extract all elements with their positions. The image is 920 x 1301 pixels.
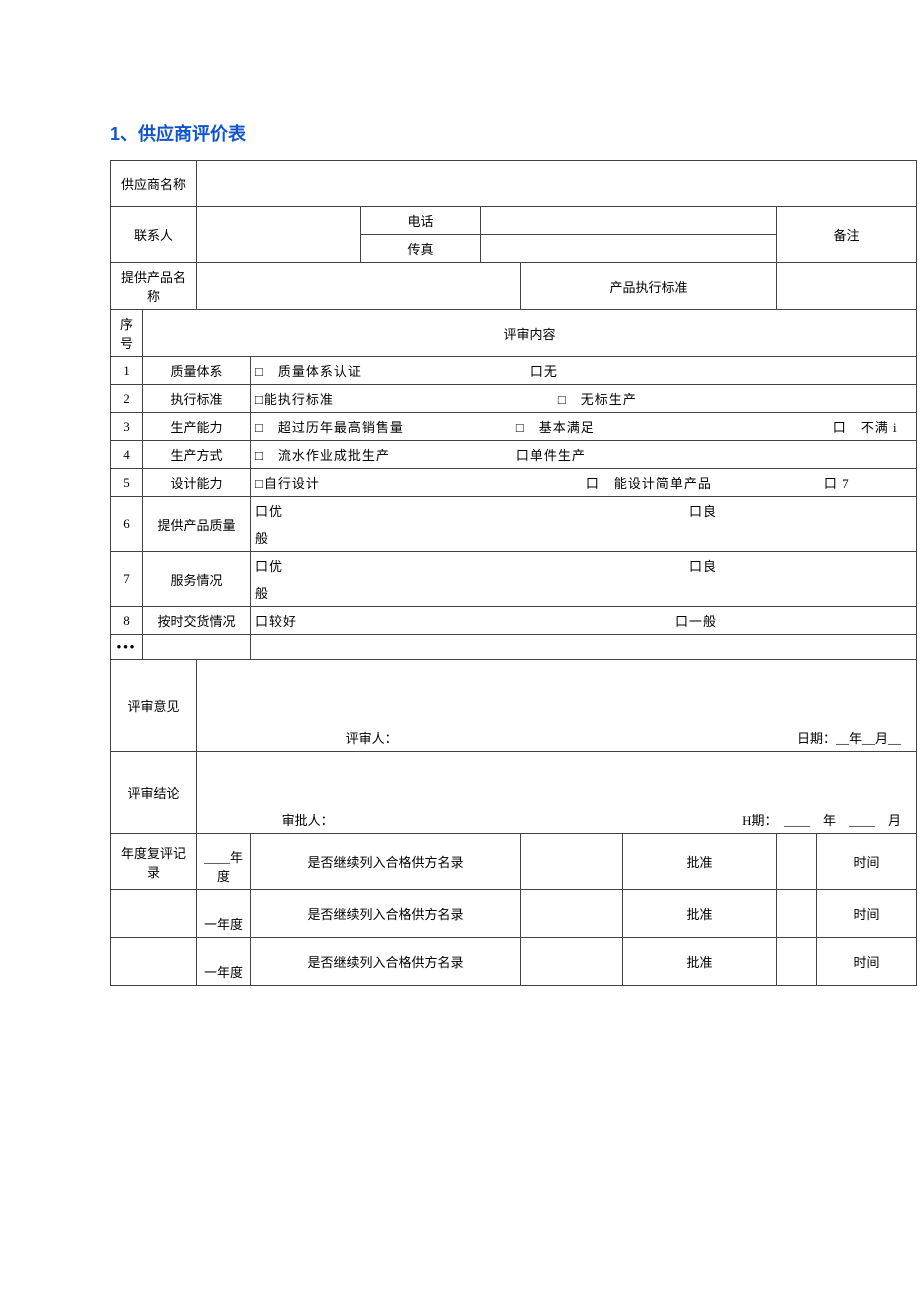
table-row-no: 4 [111,441,143,469]
phone-value[interactable] [481,207,777,235]
annual-continue-2: 是否继续列入合格供方名录 [251,890,521,938]
table-row-extra[interactable]: 般 [251,579,917,607]
table-row-no: 3 [111,413,143,441]
contact-label: 联系人 [111,207,197,263]
annual-time-3: 时间 [817,938,917,986]
review-conclusion-label: 评审结论 [111,752,197,834]
table-row-item: 服务情况 [143,552,251,607]
approver-label: 审批人： [282,813,334,828]
ellipsis-opts [251,635,917,660]
ellipsis-row: ••• [111,635,143,660]
title-sep: 、 [120,124,138,144]
fax-label: 传真 [361,235,481,263]
annual-spacer-2 [111,890,197,938]
table-row-no: 7 [111,552,143,607]
title-text: 供应商评价表 [138,124,246,144]
annual-approve-value-1[interactable] [777,834,817,890]
supplier-name-value[interactable] [197,161,917,207]
product-standard-value[interactable] [777,263,917,310]
annual-approve-2: 批准 [623,890,777,938]
table-row-no: 1 [111,357,143,385]
month-char: 月 [888,813,901,828]
table-row-item: 质量体系 [143,357,251,385]
table-row-no: 2 [111,385,143,413]
table-row-extra[interactable]: 般 [251,524,917,552]
seq-header: 序号 [111,310,143,357]
table-row-opts[interactable]: 口优 口良 [251,552,917,580]
table-row-item: 提供产品质量 [143,497,251,552]
table-row-opts[interactable]: □ 质量体系认证 口无 [251,357,917,385]
table-row-item: 生产方式 [143,441,251,469]
phone-label: 电话 [361,207,481,235]
h-date-label: H期： [742,813,771,828]
table-row-opts[interactable]: □自行设计 口 能设计简单产品 口 7 [251,469,917,497]
title-number: 1 [110,124,120,144]
supplier-name-label: 供应商名称 [111,161,197,207]
table-row-opts[interactable]: □ 流水作业成批生产 口单件生产 [251,441,917,469]
table-row-item: 按时交货情况 [143,607,251,635]
table-row-opts[interactable]: □能执行标准 □ 无标生产 [251,385,917,413]
review-opinion-label: 评审意见 [111,660,197,752]
content-header: 评审内容 [143,310,917,357]
review-opinion-value[interactable] [197,660,917,725]
annual-time-1: 时间 [817,834,917,890]
table-row-opts[interactable]: □ 超过历年最高销售量 □ 基本满足 口 不满 i [251,413,917,441]
annual-continue-3: 是否继续列入合格供方名录 [251,938,521,986]
reviewer-label: 评审人： [346,731,398,746]
annual-approve-value-3[interactable] [777,938,817,986]
annual-continue-1: 是否继续列入合格供方名录 [251,834,521,890]
review-date-label: 日期：__年__月__ [797,731,901,746]
table-row-item: 生产能力 [143,413,251,441]
table-row-opts[interactable]: 口较好 口一般 [251,607,917,635]
table-row-opts[interactable]: 口优 口良 [251,497,917,525]
table-row-item: 设计能力 [143,469,251,497]
annual-spacer-3 [111,938,197,986]
annual-approve-value-2[interactable] [777,890,817,938]
product-name-label: 提供产品名称 [111,263,197,310]
annual-year-3: 一年度 [197,938,251,986]
annual-review-label: 年度复评记录 [111,834,197,890]
annual-year-2: 一年度 [197,890,251,938]
annual-continue-value-2[interactable] [521,890,623,938]
remark-label: 备注 [777,207,917,263]
supplier-evaluation-table: 供应商名称 联系人 电话 备注 传真 提供产品名称 产品执行标准 序号 评审内容… [110,160,917,986]
annual-approve-1: 批准 [623,834,777,890]
product-name-value[interactable] [197,263,521,310]
page-title: 1、供应商评价表 [110,120,920,146]
table-row-no: 8 [111,607,143,635]
annual-year-1: ____年度 [197,834,251,890]
table-row-no: 5 [111,469,143,497]
product-standard-label: 产品执行标准 [521,263,777,310]
table-row-no: 6 [111,497,143,552]
annual-continue-value-1[interactable] [521,834,623,890]
year-char: 年 [823,813,836,828]
fax-value[interactable] [481,235,777,263]
annual-approve-3: 批准 [623,938,777,986]
contact-value[interactable] [197,207,361,263]
table-row-item: 执行标准 [143,385,251,413]
review-conclusion-value[interactable] [197,752,917,807]
annual-time-2: 时间 [817,890,917,938]
annual-continue-value-3[interactable] [521,938,623,986]
ellipsis-item [143,635,251,660]
